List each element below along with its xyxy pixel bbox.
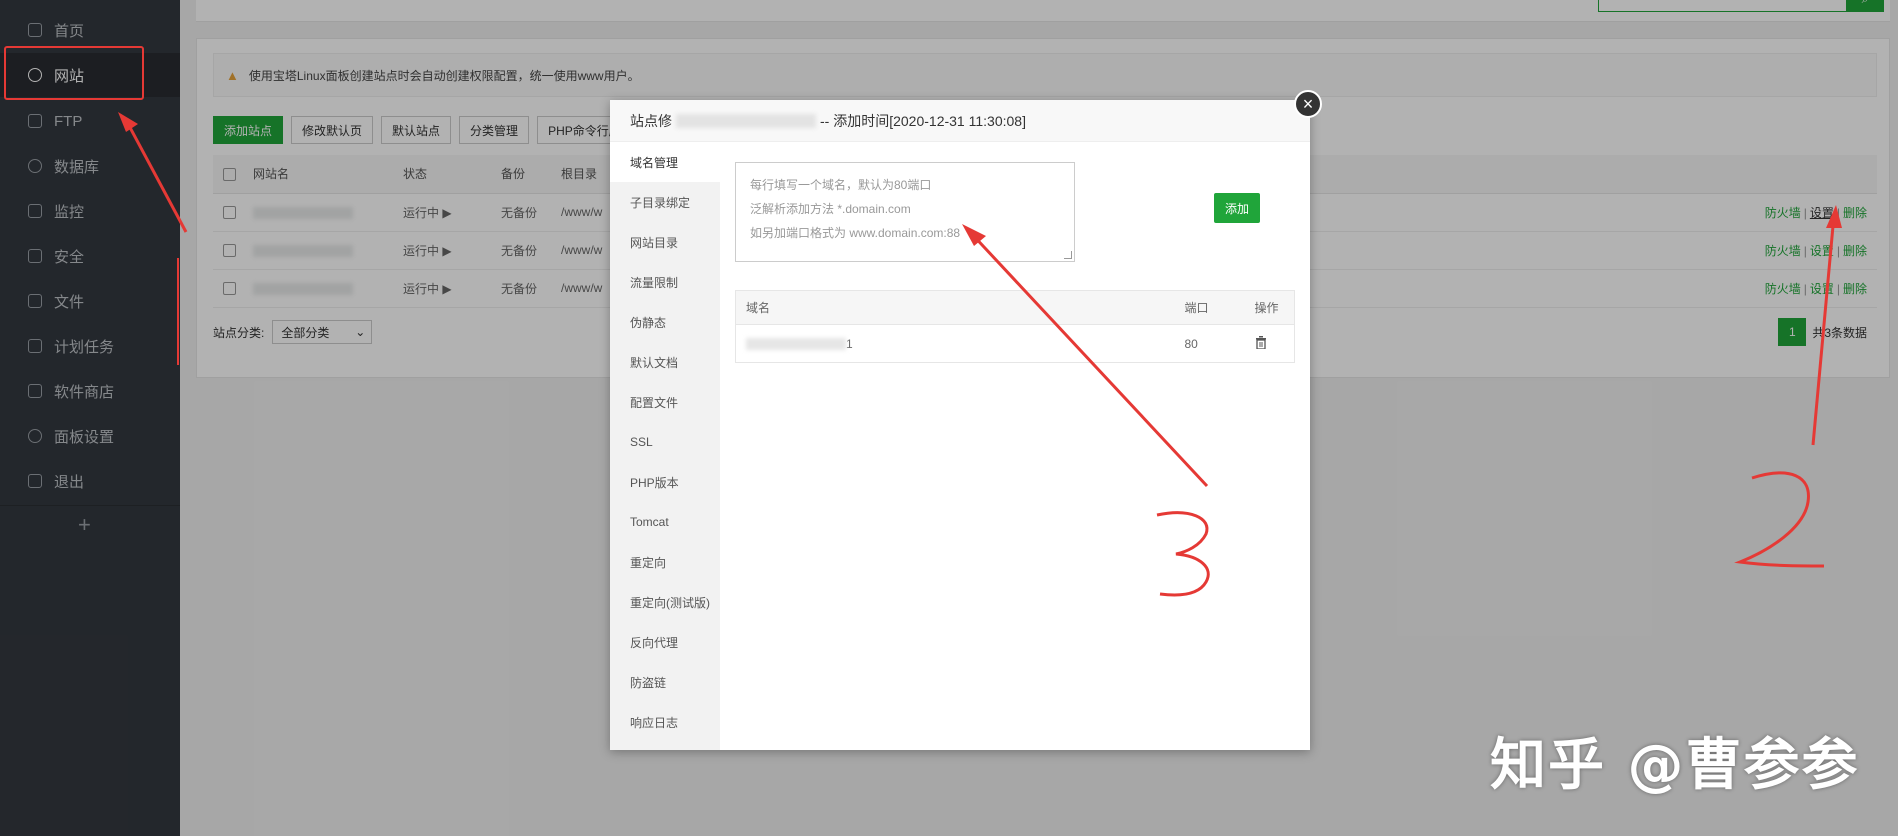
menu-tomcat[interactable]: Tomcat xyxy=(610,502,720,542)
col-domain: 域名 xyxy=(735,290,1175,325)
resize-handle-icon[interactable] xyxy=(1064,251,1072,259)
delete-domain-button[interactable] xyxy=(1245,325,1295,363)
watermark: 知乎 @曹参参 xyxy=(1490,733,1860,798)
menu-reverse-proxy[interactable]: 反向代理 xyxy=(610,622,720,662)
site-name-redacted xyxy=(676,113,816,128)
menu-subdir-bind[interactable]: 子目录绑定 xyxy=(610,182,720,222)
domain-port: 80 xyxy=(1184,336,1198,351)
menu-hotlink[interactable]: 防盗链 xyxy=(610,662,720,702)
domain-name: 1 xyxy=(736,325,1175,363)
menu-default-doc[interactable]: 默认文档 xyxy=(610,342,720,382)
domain-table: 域名 端口 操作 1 80 xyxy=(735,290,1295,363)
site-settings-modal: 站点修 -- 添加时间[2020-12-31 11:30:08] 域名管理 子目… xyxy=(610,100,1310,750)
menu-response-log[interactable]: 响应日志 xyxy=(610,702,720,742)
menu-site-dir[interactable]: 网站目录 xyxy=(610,222,720,262)
placeholder-line: 每行填写一个域名，默认为80端口 xyxy=(750,178,932,192)
add-domain-button[interactable]: 添加 xyxy=(1214,193,1260,223)
placeholder-line: 如另加端口格式为 www.domain.com:88 xyxy=(750,226,961,240)
menu-config-file[interactable]: 配置文件 xyxy=(610,382,720,422)
col-port: 端口 xyxy=(1174,290,1245,325)
menu-traffic-limit[interactable]: 流量限制 xyxy=(610,262,720,302)
table-row: 1 80 xyxy=(736,325,1295,363)
close-icon[interactable]: × xyxy=(1294,90,1322,118)
modal-side-menu: 域名管理 子目录绑定 网站目录 流量限制 伪静态 默认文档 配置文件 SSL P… xyxy=(610,142,720,750)
menu-ssl[interactable]: SSL xyxy=(610,422,720,462)
menu-rewrite[interactable]: 伪静态 xyxy=(610,302,720,342)
trash-icon xyxy=(1255,335,1266,350)
menu-domain-manage[interactable]: 域名管理 xyxy=(610,142,720,182)
menu-redirect-beta[interactable]: 重定向(测试版) xyxy=(610,582,720,622)
placeholder-line: 泛解析添加方法 *.domain.com xyxy=(750,202,911,216)
domain-redacted xyxy=(746,338,846,351)
table-header-row: 域名 端口 操作 xyxy=(735,290,1295,325)
menu-redirect[interactable]: 重定向 xyxy=(610,542,720,582)
col-ops: 操作 xyxy=(1244,290,1295,325)
modal-title: 站点修 -- 添加时间[2020-12-31 11:30:08] xyxy=(610,100,1310,142)
menu-php-version[interactable]: PHP版本 xyxy=(610,462,720,502)
domain-textarea[interactable]: 每行填写一个域名，默认为80端口 泛解析添加方法 *.domain.com 如另… xyxy=(735,162,1075,262)
